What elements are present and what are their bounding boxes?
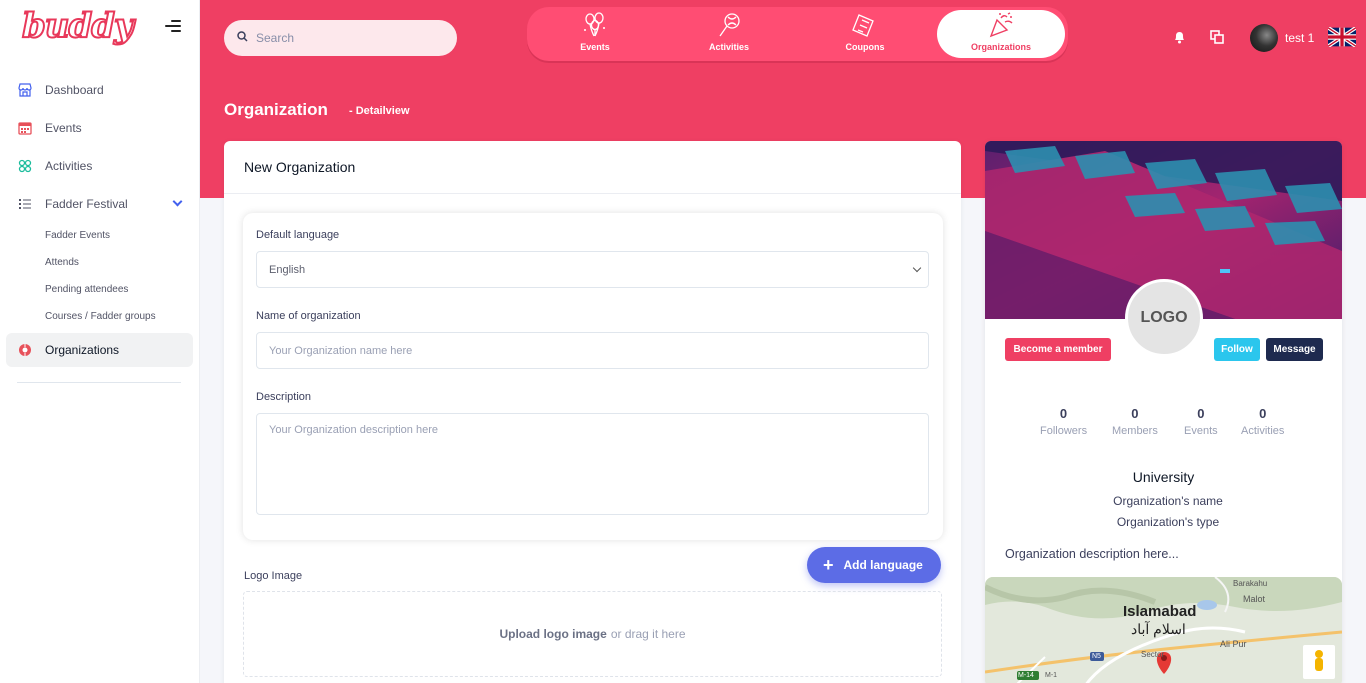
sidebar-item-label: Organizations xyxy=(45,343,120,357)
sidebar-item-label: Activities xyxy=(45,159,93,173)
lollipop-icon xyxy=(715,12,743,42)
sidebar-subitem-attends[interactable]: Attends xyxy=(45,257,79,268)
top-tab-bar: Events Activities Coupons Organizations xyxy=(527,7,1068,61)
upload-hint: or drag it here xyxy=(610,627,686,641)
sidebar-item-label: Events xyxy=(45,121,82,135)
plus-icon: + xyxy=(823,555,834,575)
sidebar-subitem-courses[interactable]: Courses / Fadder groups xyxy=(45,311,156,322)
store-icon xyxy=(18,83,32,97)
sidebar: buddy Dashboard Events Activities Fadder… xyxy=(0,0,200,683)
default-language-label: Default language xyxy=(256,229,340,241)
card-title: New Organization xyxy=(244,159,356,175)
stat-caption: Followers xyxy=(1040,425,1088,437)
description-label: Description xyxy=(256,391,312,403)
map-label: Sector xyxy=(1141,650,1165,659)
stat-activities: 0 Activities xyxy=(1241,406,1284,437)
tab-events[interactable]: Events xyxy=(531,10,659,58)
message-button[interactable]: Message xyxy=(1266,338,1323,361)
selected-language: English xyxy=(269,263,306,276)
ticket-icon xyxy=(851,12,879,42)
stat-members: 0 Members xyxy=(1112,406,1158,437)
organization-description: Organization description here... xyxy=(1005,547,1179,561)
map-label: Ali Pur xyxy=(1220,639,1247,649)
sidebar-item-fadder-festival[interactable]: Fadder Festival xyxy=(6,187,193,221)
stat-caption: Activities xyxy=(1241,425,1285,437)
organization-name-input[interactable] xyxy=(256,332,929,369)
user-name[interactable]: test 1 xyxy=(1285,31,1314,45)
sidebar-item-label: Dashboard xyxy=(45,83,104,97)
bell-icon[interactable] xyxy=(1173,30,1186,49)
stat-value: 0 xyxy=(1131,406,1139,421)
map-label: N5 xyxy=(1092,653,1101,660)
list-icon xyxy=(18,197,32,211)
stat-caption: Members xyxy=(1112,425,1158,437)
stat-caption: Events xyxy=(1184,425,1218,437)
default-language-select[interactable]: English xyxy=(256,251,929,288)
upload-link[interactable]: Upload logo image xyxy=(499,627,606,641)
name-label: Name of organization xyxy=(256,310,361,322)
page-title: Organization xyxy=(224,100,328,119)
map-label: M-14 xyxy=(1018,672,1034,679)
sidebar-divider xyxy=(17,382,181,383)
map-city-local-label: اسلام آباد xyxy=(1131,621,1186,637)
follow-button[interactable]: Follow xyxy=(1214,338,1260,361)
party-popper-icon xyxy=(987,12,1015,42)
activities-icon xyxy=(18,159,32,173)
tab-activities[interactable]: Activities xyxy=(665,10,793,58)
organization-form-card: New Organization Default language Englis… xyxy=(224,141,961,683)
chevron-down-icon xyxy=(912,263,922,273)
tab-label: Coupons xyxy=(845,42,885,52)
map-label: Barakahu xyxy=(1233,579,1268,588)
calendar-icon xyxy=(18,121,32,135)
organization-type: Organization's type xyxy=(1116,515,1220,529)
sidebar-item-label: Fadder Festival xyxy=(45,197,128,211)
sidebar-item-events[interactable]: Events xyxy=(6,111,193,145)
organization-description-input[interactable] xyxy=(256,413,929,515)
search-icon xyxy=(237,29,248,47)
card-divider xyxy=(224,193,961,194)
street-view-icon[interactable] xyxy=(1303,645,1335,679)
sidebar-item-organizations[interactable]: Organizations xyxy=(6,333,193,367)
map-label: M-1 xyxy=(1045,672,1058,679)
stat-value: 0 xyxy=(1259,406,1267,421)
add-language-label: Add language xyxy=(843,558,923,572)
search-input[interactable] xyxy=(256,31,446,45)
map-label: Malot xyxy=(1243,594,1266,604)
stat-value: 0 xyxy=(1197,406,1205,421)
search-box[interactable] xyxy=(224,20,457,56)
sidebar-item-dashboard[interactable]: Dashboard xyxy=(6,73,193,107)
avatar[interactable] xyxy=(1250,24,1278,52)
tab-label: Activities xyxy=(708,42,750,52)
organization-icon xyxy=(18,343,32,357)
windows-icon[interactable] xyxy=(1210,30,1224,49)
tab-organizations[interactable]: Organizations xyxy=(937,10,1065,58)
sidebar-subitem-fadder-events[interactable]: Fadder Events xyxy=(45,230,110,241)
become-member-button[interactable]: Become a member xyxy=(1005,338,1111,361)
tab-coupons[interactable]: Coupons xyxy=(801,10,929,58)
chevron-down-icon[interactable] xyxy=(172,196,183,207)
menu-toggle-icon[interactable] xyxy=(165,20,181,34)
add-language-button[interactable]: + Add language xyxy=(807,547,941,583)
sidebar-subitem-pending-attendees[interactable]: Pending attendees xyxy=(45,284,128,295)
balloons-icon xyxy=(581,12,609,42)
stat-events: 0 Events xyxy=(1184,406,1218,437)
app-logo[interactable]: buddy xyxy=(21,5,135,47)
organization-preview-card: LOGO Become a member Follow Message 0 Fo… xyxy=(985,141,1342,683)
stat-value: 0 xyxy=(1059,406,1068,421)
uk-flag-icon[interactable] xyxy=(1328,27,1356,47)
organization-category: University xyxy=(1132,469,1195,485)
tab-label: Events xyxy=(580,42,610,52)
logo-image-label: Logo Image xyxy=(244,570,303,582)
sidebar-item-activities[interactable]: Activities xyxy=(6,149,193,183)
organization-logo[interactable]: LOGO xyxy=(1125,279,1203,357)
logo-upload-dropzone[interactable]: Upload logo image or drag it here xyxy=(243,591,942,677)
tab-label: Organizations xyxy=(970,42,1031,52)
map-city-label: Islamabad xyxy=(1123,603,1197,620)
location-map[interactable]: Islamabad اسلام آباد Malot Ali Pur N5 M-… xyxy=(985,577,1342,683)
stat-followers: 0 Followers xyxy=(1040,406,1087,437)
organization-name: Organization's name xyxy=(1113,494,1223,508)
breadcrumb[interactable]: - Detailview xyxy=(349,105,410,117)
language-section: Default language English Name of organiz… xyxy=(243,213,943,540)
